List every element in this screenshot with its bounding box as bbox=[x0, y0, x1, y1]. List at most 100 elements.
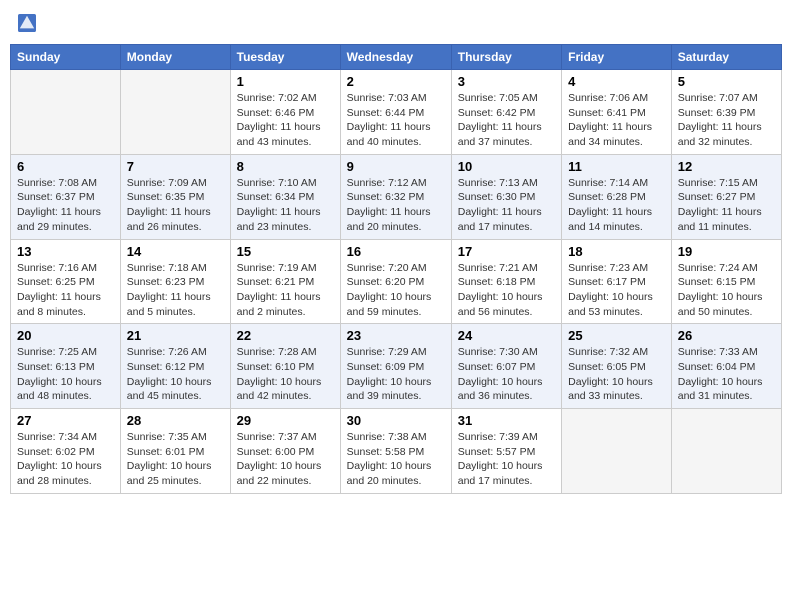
calendar-cell: 11 Sunrise: 7:14 AM Sunset: 6:28 PM Dayli… bbox=[562, 154, 672, 239]
day-info: Sunrise: 7:10 AM Sunset: 6:34 PM Dayligh… bbox=[237, 176, 334, 235]
day-info: Sunrise: 7:16 AM Sunset: 6:25 PM Dayligh… bbox=[17, 261, 114, 320]
day-info: Sunrise: 7:28 AM Sunset: 6:10 PM Dayligh… bbox=[237, 345, 334, 404]
day-number: 1 bbox=[237, 74, 334, 89]
day-number: 10 bbox=[458, 159, 555, 174]
day-info: Sunrise: 7:39 AM Sunset: 5:57 PM Dayligh… bbox=[458, 430, 555, 489]
day-number: 30 bbox=[347, 413, 445, 428]
calendar-cell: 31Sunrise: 7:39 AM Sunset: 5:57 PM Dayli… bbox=[451, 409, 561, 494]
day-number: 24 bbox=[458, 328, 555, 343]
day-number: 2 bbox=[347, 74, 445, 89]
day-info: Sunrise: 7:26 AM Sunset: 6:12 PM Dayligh… bbox=[127, 345, 224, 404]
calendar-cell: 18 Sunrise: 7:23 AM Sunset: 6:17 PM Dayli… bbox=[562, 239, 672, 324]
calendar-cell: 14Sunrise: 7:18 AM Sunset: 6:23 PM Dayli… bbox=[120, 239, 230, 324]
calendar-cell: 13 Sunrise: 7:16 AM Sunset: 6:25 PM Dayli… bbox=[11, 239, 121, 324]
calendar-cell: 20 Sunrise: 7:25 AM Sunset: 6:13 PM Dayli… bbox=[11, 324, 121, 409]
calendar-cell: 30Sunrise: 7:38 AM Sunset: 5:58 PM Dayli… bbox=[340, 409, 451, 494]
day-info: Sunrise: 7:32 AM Sunset: 6:05 PM Dayligh… bbox=[568, 345, 665, 404]
calendar-cell: 2 Sunrise: 7:03 AM Sunset: 6:44 PM Daylig… bbox=[340, 70, 451, 155]
calendar-week-row: 1 Sunrise: 7:02 AM Sunset: 6:46 PM Daylig… bbox=[11, 70, 782, 155]
calendar-week-row: 6 Sunrise: 7:08 AM Sunset: 6:37 PM Daylig… bbox=[11, 154, 782, 239]
day-info: Sunrise: 7:15 AM Sunset: 6:27 PM Dayligh… bbox=[678, 176, 775, 235]
day-number: 12 bbox=[678, 159, 775, 174]
day-number: 9 bbox=[347, 159, 445, 174]
day-number: 4 bbox=[568, 74, 665, 89]
day-info: Sunrise: 7:03 AM Sunset: 6:44 PM Dayligh… bbox=[347, 91, 445, 150]
day-number: 22 bbox=[237, 328, 334, 343]
calendar-cell: 9Sunrise: 7:12 AM Sunset: 6:32 PM Daylig… bbox=[340, 154, 451, 239]
calendar-cell: 29 Sunrise: 7:37 AM Sunset: 6:00 PM Dayli… bbox=[230, 409, 340, 494]
calendar-cell: 16 Sunrise: 7:20 AM Sunset: 6:20 PM Dayli… bbox=[340, 239, 451, 324]
calendar-cell: 25 Sunrise: 7:32 AM Sunset: 6:05 PM Dayli… bbox=[562, 324, 672, 409]
calendar-cell: 10Sunrise: 7:13 AM Sunset: 6:30 PM Dayli… bbox=[451, 154, 561, 239]
weekday-header-thursday: Thursday bbox=[451, 45, 561, 70]
calendar-table: SundayMondayTuesdayWednesdayThursdayFrid… bbox=[10, 44, 782, 494]
calendar-header: SundayMondayTuesdayWednesdayThursdayFrid… bbox=[11, 45, 782, 70]
day-number: 13 bbox=[17, 244, 114, 259]
calendar-week-row: 27Sunrise: 7:34 AM Sunset: 6:02 PM Dayli… bbox=[11, 409, 782, 494]
calendar-cell: 3Sunrise: 7:05 AM Sunset: 6:42 PM Daylig… bbox=[451, 70, 561, 155]
calendar-cell: 28Sunrise: 7:35 AM Sunset: 6:01 PM Dayli… bbox=[120, 409, 230, 494]
day-number: 20 bbox=[17, 328, 114, 343]
calendar-cell: 5 Sunrise: 7:07 AM Sunset: 6:39 PM Daylig… bbox=[671, 70, 781, 155]
day-number: 7 bbox=[127, 159, 224, 174]
day-number: 29 bbox=[237, 413, 334, 428]
calendar-cell bbox=[562, 409, 672, 494]
calendar-body: 1 Sunrise: 7:02 AM Sunset: 6:46 PM Daylig… bbox=[11, 70, 782, 494]
calendar-cell: 19 Sunrise: 7:24 AM Sunset: 6:15 PM Dayli… bbox=[671, 239, 781, 324]
day-info: Sunrise: 7:05 AM Sunset: 6:42 PM Dayligh… bbox=[458, 91, 555, 150]
day-info: Sunrise: 7:19 AM Sunset: 6:21 PM Dayligh… bbox=[237, 261, 334, 320]
day-number: 25 bbox=[568, 328, 665, 343]
day-number: 16 bbox=[347, 244, 445, 259]
logo-icon bbox=[18, 14, 36, 32]
day-info: Sunrise: 7:30 AM Sunset: 6:07 PM Dayligh… bbox=[458, 345, 555, 404]
weekday-header-monday: Monday bbox=[120, 45, 230, 70]
calendar-cell: 7 Sunrise: 7:09 AM Sunset: 6:35 PM Daylig… bbox=[120, 154, 230, 239]
calendar-cell bbox=[120, 70, 230, 155]
day-number: 27 bbox=[17, 413, 114, 428]
weekday-header-tuesday: Tuesday bbox=[230, 45, 340, 70]
day-info: Sunrise: 7:21 AM Sunset: 6:18 PM Dayligh… bbox=[458, 261, 555, 320]
calendar-week-row: 13 Sunrise: 7:16 AM Sunset: 6:25 PM Dayli… bbox=[11, 239, 782, 324]
day-number: 21 bbox=[127, 328, 224, 343]
day-number: 11 bbox=[568, 159, 665, 174]
weekday-header-sunday: Sunday bbox=[11, 45, 121, 70]
day-info: Sunrise: 7:20 AM Sunset: 6:20 PM Dayligh… bbox=[347, 261, 445, 320]
calendar-cell bbox=[11, 70, 121, 155]
day-info: Sunrise: 7:02 AM Sunset: 6:46 PM Dayligh… bbox=[237, 91, 334, 150]
calendar-cell: 26Sunrise: 7:33 AM Sunset: 6:04 PM Dayli… bbox=[671, 324, 781, 409]
weekday-header-friday: Friday bbox=[562, 45, 672, 70]
calendar-cell: 23 Sunrise: 7:29 AM Sunset: 6:09 PM Dayli… bbox=[340, 324, 451, 409]
logo-general bbox=[18, 14, 38, 32]
day-info: Sunrise: 7:09 AM Sunset: 6:35 PM Dayligh… bbox=[127, 176, 224, 235]
day-info: Sunrise: 7:24 AM Sunset: 6:15 PM Dayligh… bbox=[678, 261, 775, 320]
calendar-cell: 17 Sunrise: 7:21 AM Sunset: 6:18 PM Dayli… bbox=[451, 239, 561, 324]
day-info: Sunrise: 7:29 AM Sunset: 6:09 PM Dayligh… bbox=[347, 345, 445, 404]
day-number: 6 bbox=[17, 159, 114, 174]
day-number: 8 bbox=[237, 159, 334, 174]
day-info: Sunrise: 7:07 AM Sunset: 6:39 PM Dayligh… bbox=[678, 91, 775, 150]
calendar-cell: 12 Sunrise: 7:15 AM Sunset: 6:27 PM Dayli… bbox=[671, 154, 781, 239]
calendar-cell: 4Sunrise: 7:06 AM Sunset: 6:41 PM Daylig… bbox=[562, 70, 672, 155]
calendar-cell: 15 Sunrise: 7:19 AM Sunset: 6:21 PM Dayli… bbox=[230, 239, 340, 324]
day-info: Sunrise: 7:23 AM Sunset: 6:17 PM Dayligh… bbox=[568, 261, 665, 320]
weekday-header-wednesday: Wednesday bbox=[340, 45, 451, 70]
day-number: 23 bbox=[347, 328, 445, 343]
calendar-cell: 21 Sunrise: 7:26 AM Sunset: 6:12 PM Dayli… bbox=[120, 324, 230, 409]
day-info: Sunrise: 7:37 AM Sunset: 6:00 PM Dayligh… bbox=[237, 430, 334, 489]
day-info: Sunrise: 7:33 AM Sunset: 6:04 PM Dayligh… bbox=[678, 345, 775, 404]
calendar-cell: 1 Sunrise: 7:02 AM Sunset: 6:46 PM Daylig… bbox=[230, 70, 340, 155]
weekday-header-row: SundayMondayTuesdayWednesdayThursdayFrid… bbox=[11, 45, 782, 70]
day-number: 15 bbox=[237, 244, 334, 259]
day-number: 5 bbox=[678, 74, 775, 89]
calendar-cell: 8 Sunrise: 7:10 AM Sunset: 6:34 PM Daylig… bbox=[230, 154, 340, 239]
calendar-week-row: 20 Sunrise: 7:25 AM Sunset: 6:13 PM Dayli… bbox=[11, 324, 782, 409]
day-info: Sunrise: 7:14 AM Sunset: 6:28 PM Dayligh… bbox=[568, 176, 665, 235]
day-number: 17 bbox=[458, 244, 555, 259]
day-info: Sunrise: 7:08 AM Sunset: 6:37 PM Dayligh… bbox=[17, 176, 114, 235]
day-info: Sunrise: 7:25 AM Sunset: 6:13 PM Dayligh… bbox=[17, 345, 114, 404]
logo bbox=[18, 14, 38, 32]
day-number: 18 bbox=[568, 244, 665, 259]
calendar-cell: 27Sunrise: 7:34 AM Sunset: 6:02 PM Dayli… bbox=[11, 409, 121, 494]
day-number: 19 bbox=[678, 244, 775, 259]
calendar-cell: 22 Sunrise: 7:28 AM Sunset: 6:10 PM Dayli… bbox=[230, 324, 340, 409]
